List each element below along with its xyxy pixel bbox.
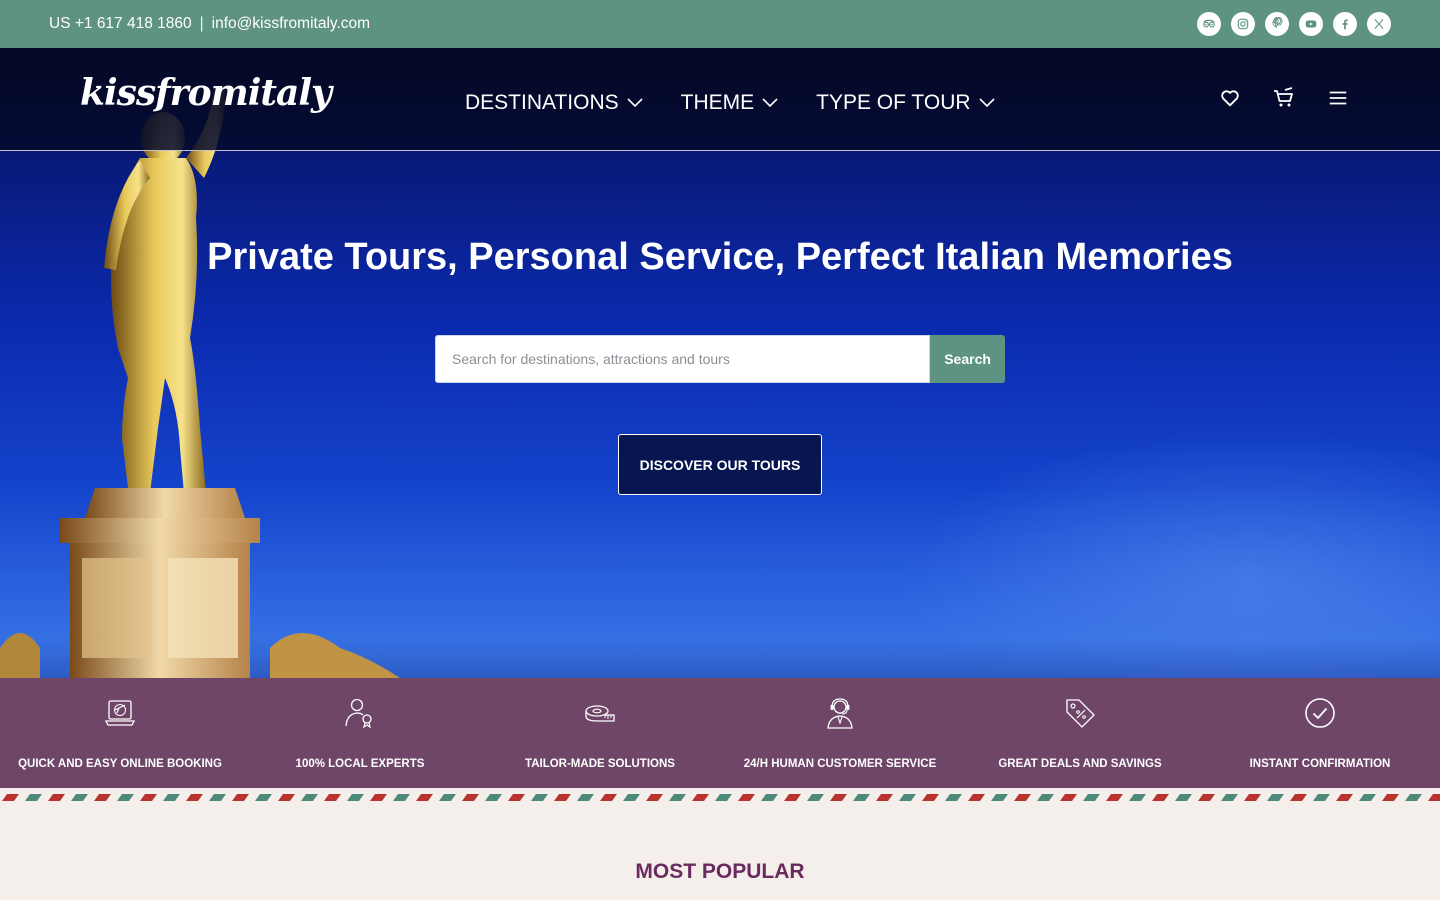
feature-label: INSTANT CONFIRMATION [1249,758,1391,770]
search-form: Search [435,335,1005,383]
pinterest-icon[interactable] [1265,12,1289,36]
measuring-tape-icon [585,705,615,722]
cart-icon[interactable] [1272,86,1296,110]
nav-actions [1218,86,1350,110]
feature-label: GREAT DEALS AND SAVINGS [998,758,1162,770]
nav-theme-label: THEME [680,91,755,114]
feature-label: QUICK AND EASY ONLINE BOOKING [18,758,222,770]
check-circle-icon [1305,698,1335,728]
local-expert-icon [345,698,372,729]
features-bar: QUICK AND EASY ONLINE BOOKING 100% LOCAL… [0,678,1440,788]
search-input[interactable] [435,335,931,383]
nav-destinations-label: DESTINATIONS [465,91,619,114]
x-icon[interactable] [1367,12,1391,36]
email-link[interactable]: info@kissfromitaly.com [212,15,370,33]
section-title: MOST POPULAR [635,860,805,883]
chevron-down-icon [762,98,778,108]
search-button[interactable]: Search [930,335,1005,383]
top-bar: US +1 617 418 1860 | info@kissfromitaly.… [0,0,1440,48]
contact-separator: | [199,15,204,32]
feature-local-experts: 100% LOCAL EXPERTS [240,678,480,788]
nav-type-of-tour-label: TYPE OF TOUR [816,91,971,114]
deal-tag-icon [1066,699,1095,728]
stripe-divider [0,794,1440,801]
nav-theme[interactable]: THEME [681,91,779,115]
discover-tours-button[interactable]: DISCOVER OUR TOURS [618,434,822,495]
nav-destinations[interactable]: DESTINATIONS [465,91,643,115]
site-logo[interactable]: kissfromitaly [80,72,332,114]
facebook-icon[interactable] [1333,12,1357,36]
contact-info: US +1 617 418 1860 | info@kissfromitaly.… [49,15,370,33]
instagram-icon[interactable] [1231,12,1255,36]
nav-menu: DESTINATIONS THEME TYPE OF TOUR [465,91,995,115]
phone-link[interactable]: US +1 617 418 1860 [49,15,192,33]
heart-icon[interactable] [1218,86,1242,110]
chevron-down-icon [627,98,643,108]
laptop-booking-icon [104,700,136,726]
feature-instant-confirmation: INSTANT CONFIRMATION [1200,678,1440,788]
feature-customer-service: 24/H HUMAN CUSTOMER SERVICE [720,678,960,788]
feature-label: TAILOR-MADE SOLUTIONS [525,758,675,770]
feature-deals: GREAT DEALS AND SAVINGS [960,678,1200,788]
tripadvisor-icon[interactable] [1197,12,1221,36]
main-navigation: kissfromitaly DESTINATIONS THEME TYPE OF… [0,48,1440,151]
feature-label: 24/H HUMAN CUSTOMER SERVICE [743,758,937,770]
social-links [1197,12,1391,36]
hero-headline: Private Tours, Personal Service, Perfect… [207,236,1233,278]
feature-tailor-made: TAILOR-MADE SOLUTIONS [480,678,720,788]
nav-type-of-tour[interactable]: TYPE OF TOUR [816,91,995,115]
feature-online-booking: QUICK AND EASY ONLINE BOOKING [0,678,240,788]
chevron-down-icon [978,98,995,108]
headset-agent-icon [827,698,853,729]
feature-label: 100% LOCAL EXPERTS [295,758,425,770]
youtube-icon[interactable] [1299,12,1323,36]
hamburger-icon[interactable] [1326,86,1350,110]
